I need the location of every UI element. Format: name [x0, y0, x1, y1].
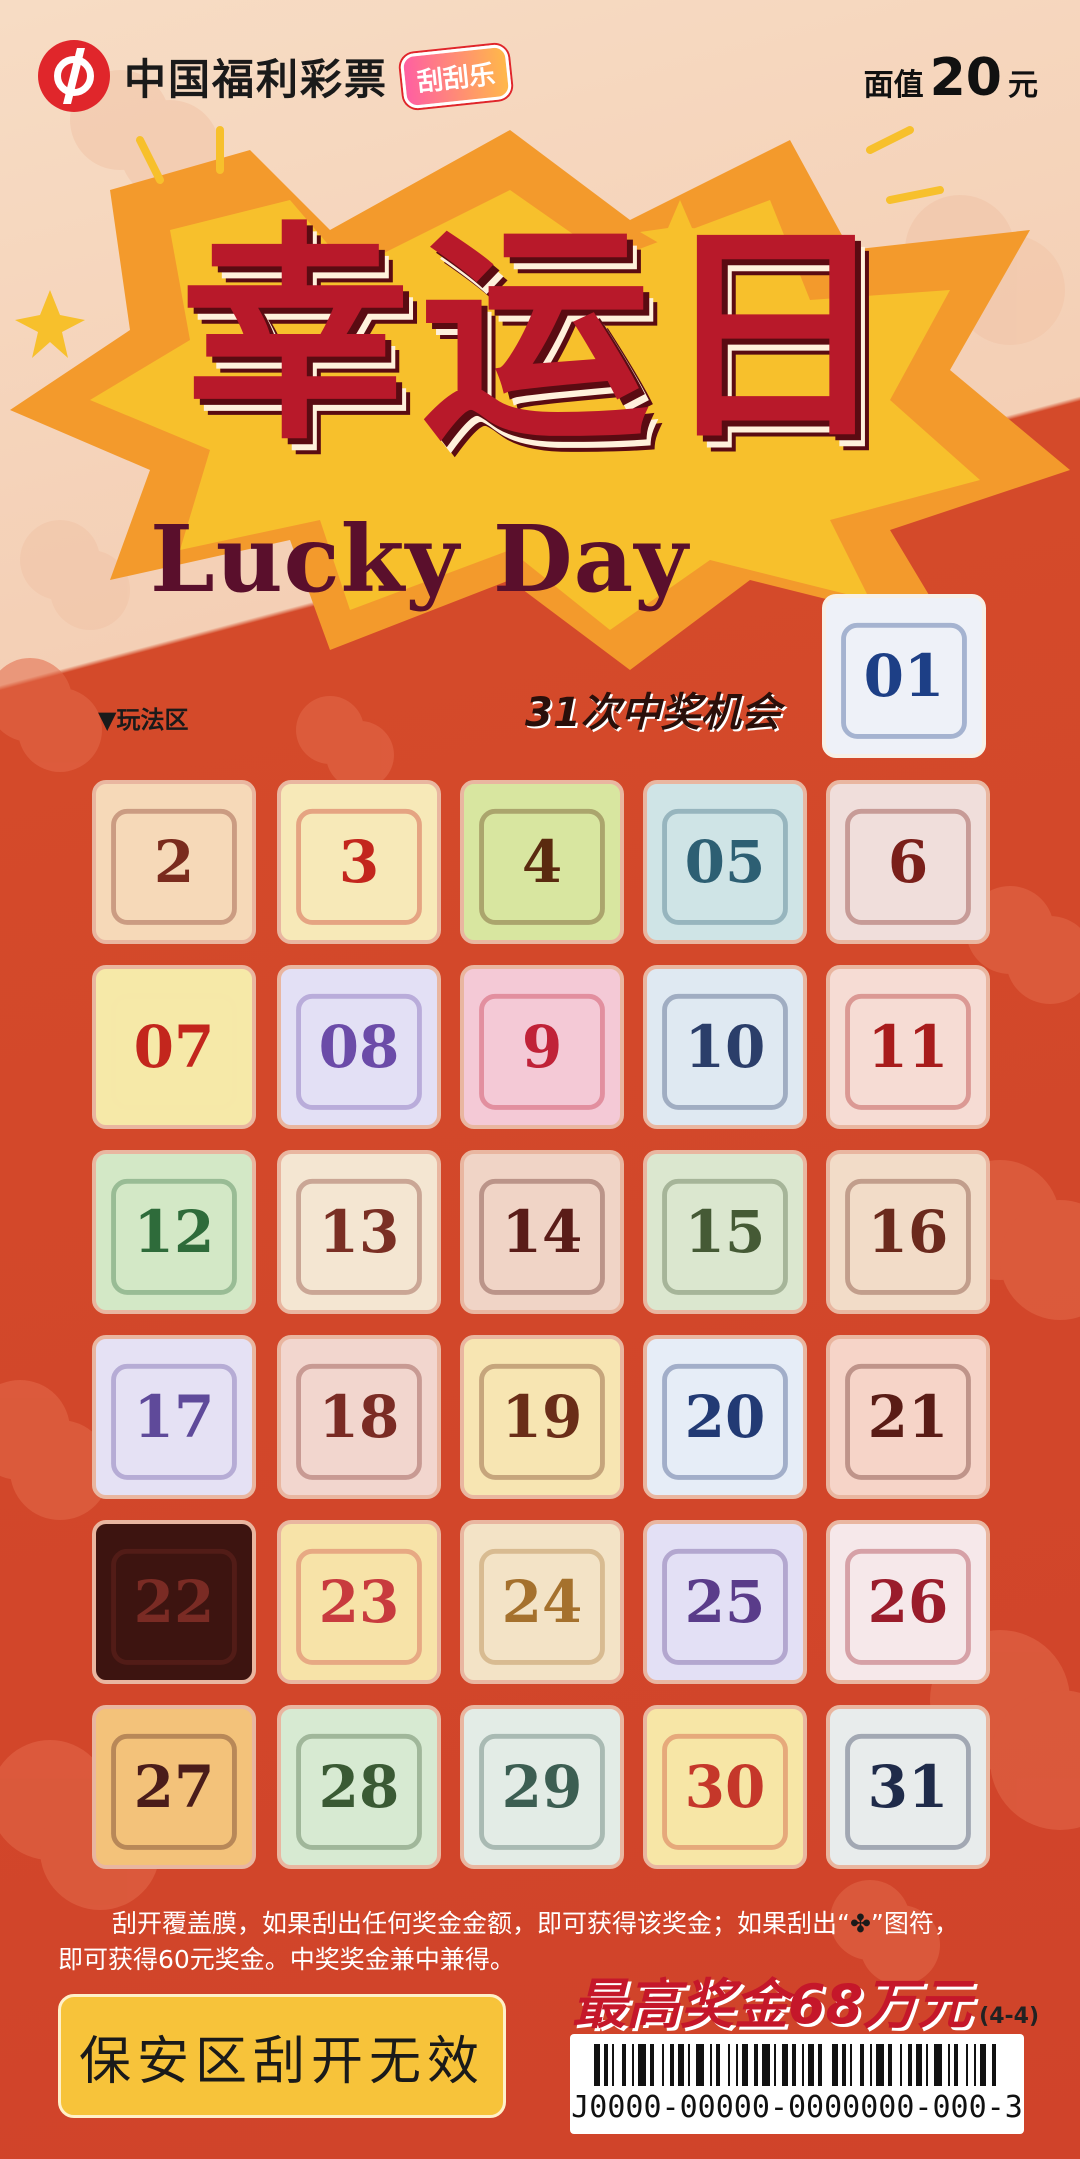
number-cell-13[interactable]: 13	[277, 1150, 441, 1314]
brand-header: 中国福利彩票 刮刮乐	[38, 40, 513, 112]
rules-line1-start: 刮开覆盖膜，如果刮出任何奖金金额，即可获得该奖金；如果刮出“	[112, 1909, 850, 1938]
cell-number: 6	[887, 828, 929, 896]
cell-number: 26	[867, 1568, 949, 1636]
price-unit: 元	[1008, 68, 1038, 103]
cell-number: 21	[867, 1383, 949, 1451]
cell-number: 07	[133, 1013, 215, 1081]
price-label: 面值	[863, 68, 924, 103]
cell-number: 01	[863, 642, 945, 710]
number-cell-22[interactable]: 22	[92, 1520, 256, 1684]
game-subtitle: Lucky Day	[150, 505, 689, 613]
price-value: 20	[929, 48, 1002, 108]
cell-number: 4	[521, 828, 563, 896]
cell-number: 27	[133, 1753, 215, 1821]
number-cell-20[interactable]: 20	[643, 1335, 807, 1499]
barcode-icon	[594, 2044, 996, 2086]
number-cell-6[interactable]: 6	[826, 780, 990, 944]
game-code: (4-4)	[979, 2004, 1040, 2029]
number-cell-3[interactable]: 3	[277, 780, 441, 944]
number-cell-27[interactable]: 27	[92, 1705, 256, 1869]
number-cell-2[interactable]: 2	[92, 780, 256, 944]
clover-icon: ✤	[849, 1909, 871, 1938]
cell-number: 24	[501, 1568, 583, 1636]
game-title: 幸运日	[179, 201, 900, 471]
number-cell-29[interactable]: 29	[460, 1705, 624, 1869]
cell-number: 18	[318, 1383, 400, 1451]
cell-number: 13	[318, 1198, 400, 1266]
number-cell-26[interactable]: 26	[826, 1520, 990, 1684]
cell-number: 22	[133, 1568, 215, 1636]
number-cell-14[interactable]: 14	[460, 1150, 624, 1314]
brand-name: 中国福利彩票	[124, 54, 389, 104]
max-prize: 最高奖金68万元 (4-4)	[572, 1960, 1039, 2039]
scratch-card-tag: 刮刮乐	[399, 43, 513, 109]
cell-number: 10	[684, 1013, 766, 1081]
number-cell-25[interactable]: 25	[643, 1520, 807, 1684]
number-cell-15[interactable]: 15	[643, 1150, 807, 1314]
lottery-ticket: 中国福利彩票 刮刮乐 面值 20 元 幸运日 Lucky Day ▼玩法区 31…	[0, 0, 1080, 2159]
rules-line2: 即可获得60元奖金。中奖奖金兼中兼得。	[58, 1945, 515, 1974]
number-cell-17[interactable]: 17	[92, 1335, 256, 1499]
barcode-panel: J0000-00000-0000000-000-3	[570, 2034, 1024, 2134]
number-cell-24[interactable]: 24	[460, 1520, 624, 1684]
number-cell-28[interactable]: 28	[277, 1705, 441, 1869]
number-cell-30[interactable]: 30	[643, 1705, 807, 1869]
cell-number: 9	[521, 1013, 563, 1081]
number-cell-01[interactable]: 01	[822, 594, 986, 758]
cell-number: 20	[684, 1383, 766, 1451]
number-cell-07[interactable]: 07	[92, 965, 256, 1129]
number-cell-05[interactable]: 05	[643, 780, 807, 944]
cell-number: 12	[133, 1198, 215, 1266]
max-prize-text: 最高奖金68万元	[572, 1973, 972, 2036]
cell-number: 19	[501, 1383, 583, 1451]
number-cell-16[interactable]: 16	[826, 1150, 990, 1314]
number-cell-31[interactable]: 31	[826, 1705, 990, 1869]
cell-number: 05	[684, 828, 766, 896]
cell-number: 15	[684, 1198, 766, 1266]
cell-number: 14	[501, 1198, 583, 1266]
number-cell-19[interactable]: 19	[460, 1335, 624, 1499]
cell-number: 30	[684, 1753, 766, 1821]
play-area-label: ▼玩法区	[98, 706, 189, 734]
number-cell-10[interactable]: 10	[643, 965, 807, 1129]
number-cell-9[interactable]: 9	[460, 965, 624, 1129]
welfare-lottery-logo-icon	[38, 40, 110, 112]
number-cell-23[interactable]: 23	[277, 1520, 441, 1684]
cell-number: 08	[318, 1013, 400, 1081]
number-cell-12[interactable]: 12	[92, 1150, 256, 1314]
number-cell-21[interactable]: 21	[826, 1335, 990, 1499]
cell-number: 25	[684, 1568, 766, 1636]
number-cell-11[interactable]: 11	[826, 965, 990, 1129]
cell-number: 2	[153, 828, 195, 896]
serial-number: J0000-00000-0000000-000-3	[571, 2090, 1023, 2125]
winning-chances-text: 31次中奖机会	[525, 690, 781, 736]
cell-number: 23	[318, 1568, 400, 1636]
cell-number: 11	[867, 1013, 949, 1081]
security-zone: 保安区刮开无效	[58, 1994, 506, 2118]
number-cell-18[interactable]: 18	[277, 1335, 441, 1499]
number-cell-08[interactable]: 08	[277, 965, 441, 1129]
face-value: 面值 20 元	[864, 48, 1038, 108]
rules-line1-end: ”图符，	[870, 1909, 959, 1938]
cell-number: 16	[867, 1198, 949, 1266]
number-cell-4[interactable]: 4	[460, 780, 624, 944]
cell-number: 3	[338, 828, 380, 896]
cell-number: 29	[501, 1753, 583, 1821]
cell-number: 28	[318, 1753, 400, 1821]
cell-number: 31	[867, 1753, 949, 1821]
cell-number: 17	[133, 1383, 215, 1451]
